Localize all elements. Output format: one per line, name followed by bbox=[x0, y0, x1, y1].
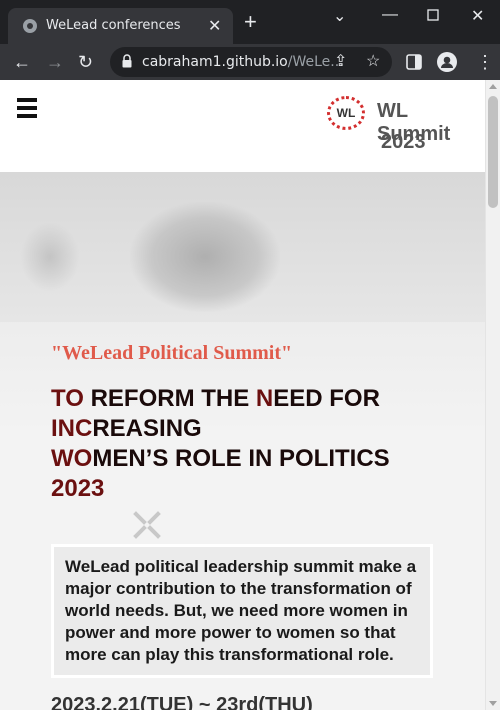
decorative-cross-icon bbox=[133, 511, 161, 539]
scroll-up-icon[interactable] bbox=[489, 84, 497, 89]
summit-description-box: WeLead political leadership summit make … bbox=[51, 544, 433, 678]
event-date: 2023.2.21(TUE) ~ 23rd(THU) bbox=[51, 694, 313, 710]
wl-logo[interactable]: WL bbox=[327, 96, 365, 130]
lock-icon bbox=[122, 54, 132, 68]
share-icon[interactable]: ⇪ bbox=[334, 51, 347, 71]
forward-icon[interactable]: → bbox=[46, 50, 64, 74]
side-panel-icon[interactable] bbox=[406, 54, 422, 70]
site-header: WL WL Summit 2023 bbox=[0, 80, 485, 172]
maximize-icon[interactable] bbox=[427, 9, 439, 21]
window-close-icon[interactable]: ✕ bbox=[471, 6, 484, 26]
tab-search-icon[interactable]: ⌄ bbox=[333, 6, 346, 26]
scroll-down-icon[interactable] bbox=[489, 701, 497, 706]
summit-description: WeLead political leadership summit make … bbox=[65, 557, 417, 664]
tab-strip: WeLead conferences ✕ + ⌄ — ✕ bbox=[0, 0, 500, 44]
globe-icon bbox=[23, 19, 37, 33]
brand-year: 2023 bbox=[381, 131, 426, 153]
shoe-photo bbox=[130, 202, 280, 312]
web-page: WL WL Summit 2023 "WeLead Political Summ… bbox=[0, 80, 485, 710]
close-tab-icon[interactable]: ✕ bbox=[208, 16, 221, 36]
address-bar[interactable]: cabraham1.github.io/WeLe... ⇪ ☆ bbox=[110, 47, 392, 77]
browser-tab[interactable]: WeLead conferences ✕ bbox=[8, 8, 233, 44]
bookmark-star-icon[interactable]: ☆ bbox=[366, 51, 380, 71]
browser-toolbar: ← → ↻ cabraham1.github.io/WeLe... ⇪ ☆ ⋮ bbox=[0, 44, 500, 80]
scrollbar-thumb[interactable] bbox=[488, 96, 498, 208]
tab-title: WeLead conferences bbox=[46, 18, 181, 33]
new-tab-icon[interactable]: + bbox=[244, 11, 257, 33]
page-scrollbar[interactable] bbox=[485, 80, 500, 710]
faded-object-photo bbox=[20, 222, 80, 292]
url-text: cabraham1.github.io/WeLe... bbox=[142, 54, 344, 70]
summit-tagline: "WeLead Political Summit" bbox=[51, 342, 293, 364]
hamburger-menu-icon[interactable] bbox=[17, 98, 37, 118]
hero-headline: TO REFORM THE NEED FOR INCREASING WOMEN’… bbox=[51, 385, 390, 502]
back-icon[interactable]: ← bbox=[13, 50, 31, 74]
minimize-icon[interactable]: — bbox=[382, 6, 398, 24]
hero-background-image bbox=[0, 172, 485, 322]
profile-icon[interactable] bbox=[437, 52, 457, 72]
reload-icon[interactable]: ↻ bbox=[78, 50, 93, 74]
menu-kebab-icon[interactable]: ⋮ bbox=[476, 50, 494, 74]
hero-section: "WeLead Political Summit" TO REFORM THE … bbox=[0, 172, 485, 710]
